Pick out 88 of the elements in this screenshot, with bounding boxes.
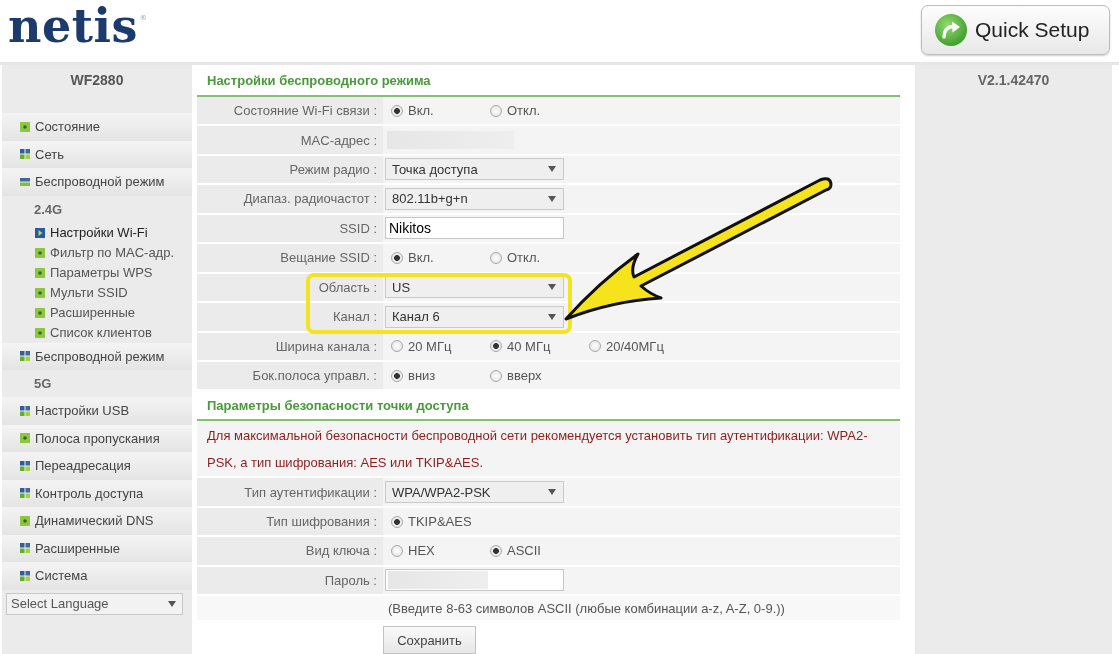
square-dot-icon	[35, 287, 45, 298]
submenu-item[interactable]: Фильтр по MAC-адр.	[35, 242, 175, 263]
radio-button[interactable]	[490, 251, 502, 264]
square-dot-icon	[20, 515, 30, 526]
section-title: Параметры безопасности точки доступа	[207, 397, 469, 413]
submenu-item[interactable]: Список клиентов	[35, 322, 152, 343]
square-dot-icon	[35, 247, 45, 258]
radio-button[interactable]	[391, 544, 403, 557]
field-label: Бок.полоса управл. :	[197, 362, 383, 390]
section-title: Настройки беспроводного режима	[207, 73, 431, 89]
dropdown[interactable]: Канал 6	[385, 305, 564, 328]
field-label: SSID :	[197, 214, 383, 243]
caret-icon	[548, 195, 556, 202]
band-label: 2.4G	[34, 200, 63, 219]
caret-icon	[548, 489, 556, 496]
hint-text: (Введите 8-63 символов ASCII (любые комбинации a-z, A-Z, 0-9.))	[388, 600, 785, 616]
radio-button[interactable]	[490, 340, 502, 353]
menu-item[interactable]: Беспроводной режим	[2, 168, 192, 196]
menu-item[interactable]: Расширенные	[2, 534, 192, 562]
password-field[interactable]	[385, 569, 564, 592]
caret-icon	[548, 313, 556, 320]
language-select[interactable]: Select Language	[6, 592, 183, 615]
field-label: Тип шифрования :	[197, 507, 383, 536]
square-dot-icon	[20, 121, 30, 132]
radio-label: HEX	[408, 543, 435, 559]
submenu-item[interactable]: Мульти SSID	[35, 282, 128, 303]
radio-button[interactable]	[490, 104, 502, 117]
field-label: Диапаз. радиочастот :	[197, 185, 383, 213]
radio-label: Вкл.	[408, 250, 434, 266]
square-dot-icon	[35, 307, 45, 318]
dropdown[interactable]: US	[385, 276, 564, 299]
caret-icon	[548, 284, 556, 291]
field-label: Пароль :	[197, 566, 383, 595]
field-label: Вещание SSID :	[197, 244, 383, 272]
radio-label: 20 МГц	[408, 338, 452, 354]
radio-label: Откл.	[507, 250, 541, 266]
square-dot-icon	[35, 267, 45, 278]
dropdown[interactable]: Точка доступа	[385, 158, 564, 181]
radio-button[interactable]	[391, 369, 403, 382]
menu-item[interactable]: Сеть	[2, 140, 192, 168]
band-label: 5G	[34, 375, 52, 393]
submenu-item[interactable]: Параметры WPS	[35, 262, 153, 283]
radio-label: вниз	[408, 368, 436, 384]
radio-label: вверх	[507, 368, 542, 384]
radio-button[interactable]	[391, 340, 403, 353]
caret-icon	[168, 600, 176, 607]
field-label: Ширина канала :	[197, 332, 383, 361]
menu-item[interactable]: Система	[2, 562, 192, 590]
submenu-item[interactable]: Настройки Wi-Fi	[35, 222, 148, 243]
security-notice: Для максимальной безопасности беспроводной сети рекомендуется установить тип аутентификации: WPA2-PSK, а тип шифрования: AES или TKIP&AES.	[197, 421, 900, 479]
radio-button[interactable]	[490, 369, 502, 382]
radio-label: Вкл.	[408, 103, 434, 119]
submenu-item[interactable]: Расширенные	[35, 302, 136, 323]
radio-label: ASCII	[507, 543, 541, 559]
menu-item[interactable]: Динамический DNS	[2, 507, 192, 535]
radio-button[interactable]	[589, 340, 601, 353]
model-name: WF2880	[70, 72, 124, 88]
field-label: MAC-адрес :	[197, 126, 383, 154]
dropdown[interactable]: WPA/WPA2-PSK	[385, 481, 564, 504]
radio-label: TKIP&AES	[408, 514, 472, 530]
field-label: Канал :	[197, 303, 383, 331]
menu-item[interactable]: Контроль доступа	[2, 479, 192, 507]
dropdown[interactable]: 802.11b+g+n	[385, 187, 564, 210]
menu-item[interactable]: Полоса пропускания	[2, 424, 192, 452]
play-icon	[35, 227, 45, 238]
field-label: Тип аутентификации :	[197, 478, 383, 506]
menu-item[interactable]: Переадресация	[2, 452, 192, 480]
radio-button[interactable]	[490, 544, 502, 557]
menu-item[interactable]: Беспроводной режим	[2, 342, 192, 370]
radio-label: Откл.	[507, 103, 541, 119]
quick-setup-button[interactable]: Quick Setup	[921, 5, 1110, 55]
logo: netis	[8, 3, 138, 49]
menu-item[interactable]: Настройки USB	[2, 397, 192, 425]
input-field[interactable]: Nikitos	[385, 217, 564, 240]
caret-icon	[548, 166, 556, 173]
radio-label: 40 МГц	[507, 338, 551, 354]
radio-button[interactable]	[391, 515, 403, 528]
radio-button[interactable]	[391, 251, 403, 264]
square-dot-icon	[35, 327, 45, 338]
radio-button[interactable]	[391, 104, 403, 117]
radio-label: 20/40МГц	[606, 338, 664, 354]
firmware-version: V2.1.42470	[977, 72, 1050, 88]
field-label: Режим радио :	[197, 155, 383, 184]
menu-item[interactable]: Состояние	[2, 113, 192, 141]
field-label: Вид ключа :	[197, 537, 383, 565]
save-button[interactable]: Сохранить	[383, 626, 476, 654]
field-label: Состояние Wi-Fi связи :	[197, 96, 383, 125]
square-dot-icon	[20, 433, 30, 444]
